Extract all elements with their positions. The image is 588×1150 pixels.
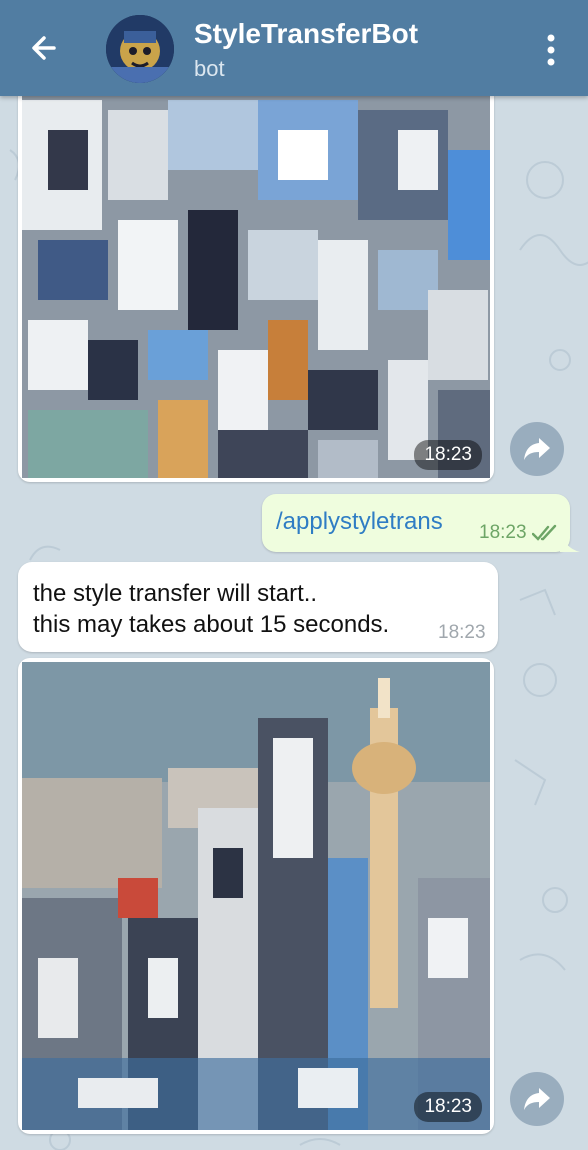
photo-message[interactable]: 18:23 [18, 658, 494, 1134]
message-time: 18:23 [479, 522, 527, 543]
chat-subtitle: bot [194, 56, 225, 81]
share-icon[interactable] [510, 422, 564, 476]
photo-message[interactable]: 18:23 [18, 70, 494, 482]
message-time: 18:23 [438, 622, 486, 643]
incoming-message[interactable]: the style transfer will start.. this may… [18, 562, 498, 652]
stylized-city-painting [22, 662, 490, 1130]
stylized-abstract-painting [22, 70, 490, 478]
message-text-line: this may takes about 15 seconds. [33, 611, 390, 638]
chat-title[interactable]: StyleTransferBot [194, 18, 418, 50]
arrow-left-icon[interactable] [24, 26, 68, 70]
message-time: 18:23 [414, 1092, 482, 1122]
outgoing-message[interactable]: /applystyletrans 18:23 [262, 494, 570, 552]
avatar[interactable] [106, 15, 174, 83]
double-check-icon [532, 524, 557, 541]
message-text-line: the style transfer will start.. [33, 580, 318, 607]
share-icon[interactable] [510, 1072, 564, 1126]
chat-header: StyleTransferBot bot [0, 0, 588, 96]
message-time: 18:23 [414, 440, 482, 470]
bubble-tail [560, 530, 580, 552]
more-vertical-icon[interactable] [536, 30, 566, 70]
command-link[interactable]: /applystyletrans [276, 508, 443, 536]
